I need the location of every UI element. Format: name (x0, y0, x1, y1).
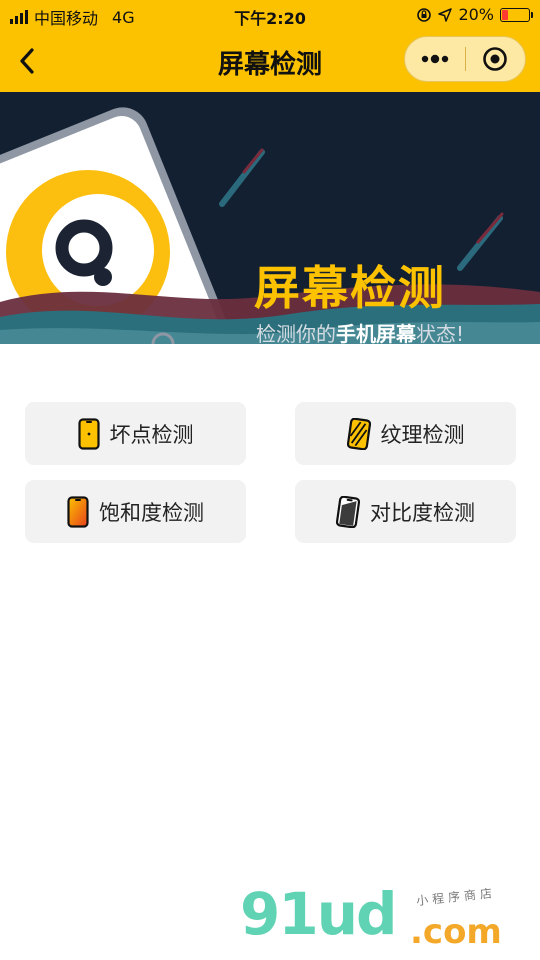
texture-test-label: 纹理检测 (380, 422, 465, 447)
dead-pixel-test-label: 坏点检测 (109, 422, 194, 447)
saturation-test-label: 饱和度检测 (99, 500, 204, 525)
dead-pixel-test-button[interactable]: 坏点检测 (25, 402, 246, 465)
hero-banner: 屏幕检测 检测你的手机屏幕状态! (0, 92, 540, 344)
more-button[interactable] (405, 37, 465, 81)
banner-subtitle: 检测你的手机屏幕状态! (256, 318, 464, 344)
battery-icon (500, 7, 533, 22)
status-bar: 中国移动 4G 下午2:20 20% (0, 0, 540, 30)
banner-subtitle-bold: 手机屏幕 (336, 322, 416, 344)
phone-stripes-icon (346, 417, 371, 450)
status-right: 20% (416, 5, 533, 24)
saturation-test-button[interactable]: 饱和度检测 (25, 480, 246, 543)
phone-contrast-icon (336, 495, 360, 528)
battery-percent: 20% (458, 5, 494, 24)
capsule-menu (404, 36, 526, 82)
contrast-test-label: 对比度检测 (370, 500, 475, 525)
contrast-test-button[interactable]: 对比度检测 (295, 480, 516, 543)
phone-dot-icon (77, 417, 100, 450)
banner-title: 屏幕检测 (254, 261, 446, 315)
watermark-tagline: 小程序商店 (415, 885, 497, 909)
banner-subtitle-post: 状态! (416, 322, 465, 344)
orientation-lock-icon (417, 7, 432, 22)
watermark-brand: 91ud (240, 880, 398, 948)
banner-subtitle-pre: 检测你的 (256, 322, 336, 344)
nav-bar: 屏幕检测 (0, 30, 540, 92)
target-circle-icon (483, 47, 508, 71)
watermark-logo: 91ud 小程序商店 .com (240, 880, 540, 960)
location-arrow-icon (438, 7, 453, 22)
more-dots-icon (421, 54, 448, 64)
close-miniprogram-button[interactable] (466, 37, 526, 81)
texture-test-button[interactable]: 纹理检测 (295, 402, 516, 465)
phone-gradient-icon (67, 495, 89, 528)
watermark-domain: .com (410, 912, 502, 952)
